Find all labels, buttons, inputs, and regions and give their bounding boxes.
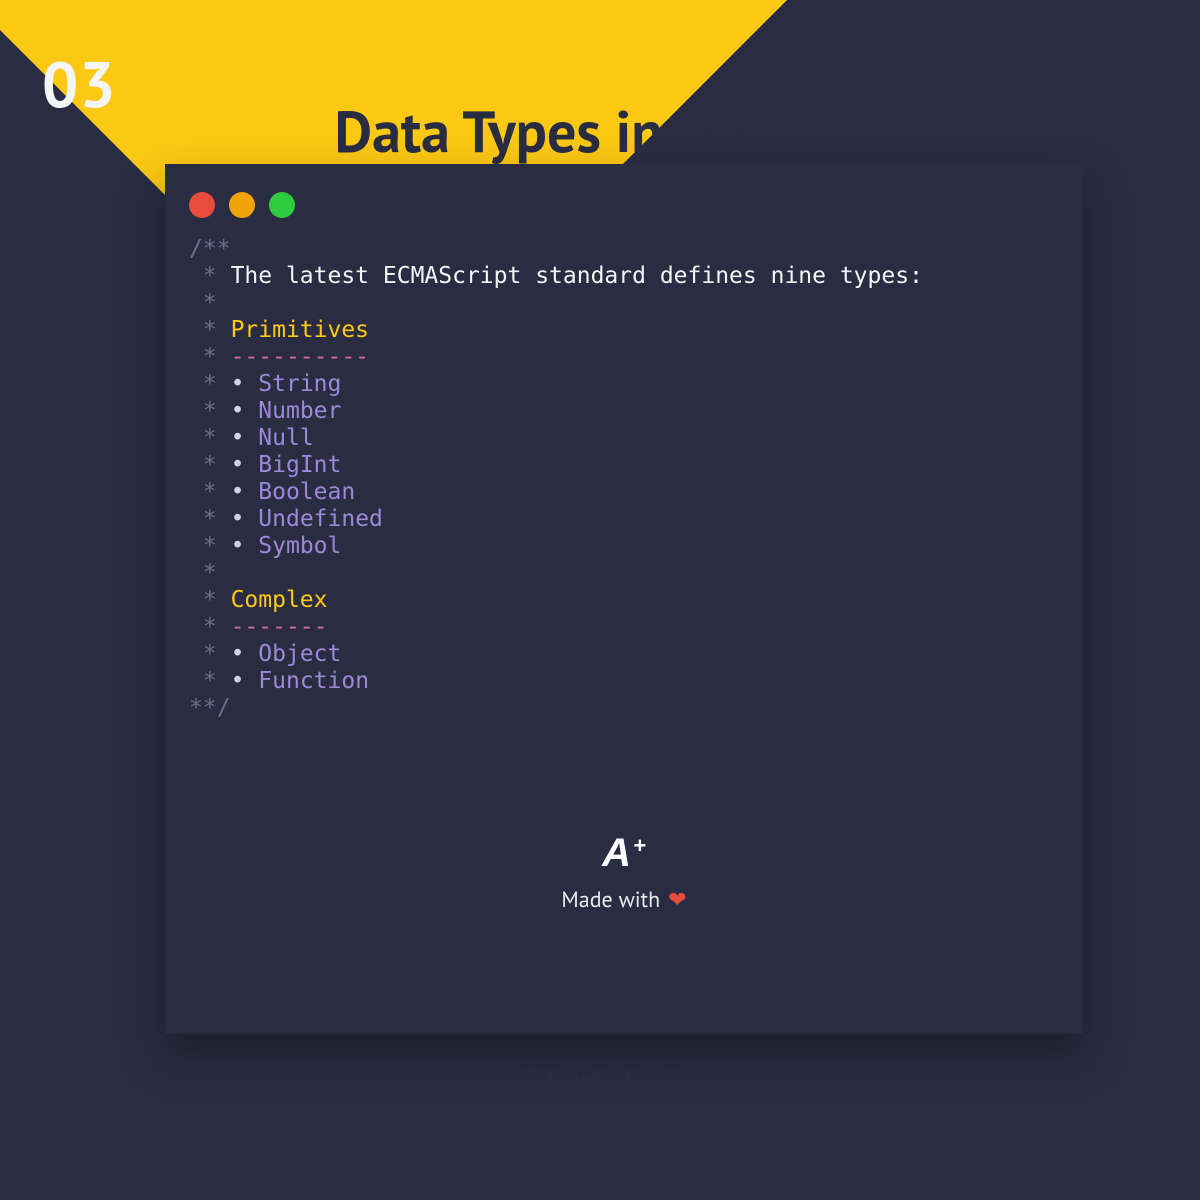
type-item: Function [258,668,369,694]
made-with-text: Made with [561,886,660,914]
maximize-icon[interactable] [269,192,295,218]
type-item: BigInt [258,452,341,478]
type-item: Symbol [258,533,341,559]
window-controls [189,192,1059,218]
heart-icon: ❤ [668,886,686,914]
type-item: Object [258,641,341,667]
section-underline: ---------- [231,344,369,370]
logo-a-plus: A+ [602,831,646,876]
code-intro: The latest ECMAScript standard defines n… [231,263,923,289]
comment-close: **/ [189,695,231,721]
section-heading-primitives: Primitives [231,317,369,343]
section-underline: ------- [231,614,328,640]
footer-logo-block: A+ Made with ❤ [165,831,1083,914]
comment-open: /** [189,236,231,262]
logo-plus: + [633,833,646,859]
slide-title: Data Types in JavaScript [0,94,1200,169]
code-editor-window: /** * The latest ECMAScript standard def… [165,164,1083,1034]
minimize-icon[interactable] [229,192,255,218]
type-item: Boolean [258,479,355,505]
logo-letter: A [602,831,631,876]
close-icon[interactable] [189,192,215,218]
type-item: Number [258,398,341,424]
social-handle: @flowforfrank [0,1062,1200,1095]
type-item: Null [258,425,313,451]
code-block: /** * The latest ECMAScript standard def… [189,236,1059,722]
made-with-label: Made with ❤ [165,886,1083,914]
type-item: String [258,371,341,397]
section-heading-complex: Complex [231,587,328,613]
slide-canvas: 03 Data Types in JavaScript /** * The la… [0,0,1200,1200]
type-item: Undefined [258,506,383,532]
